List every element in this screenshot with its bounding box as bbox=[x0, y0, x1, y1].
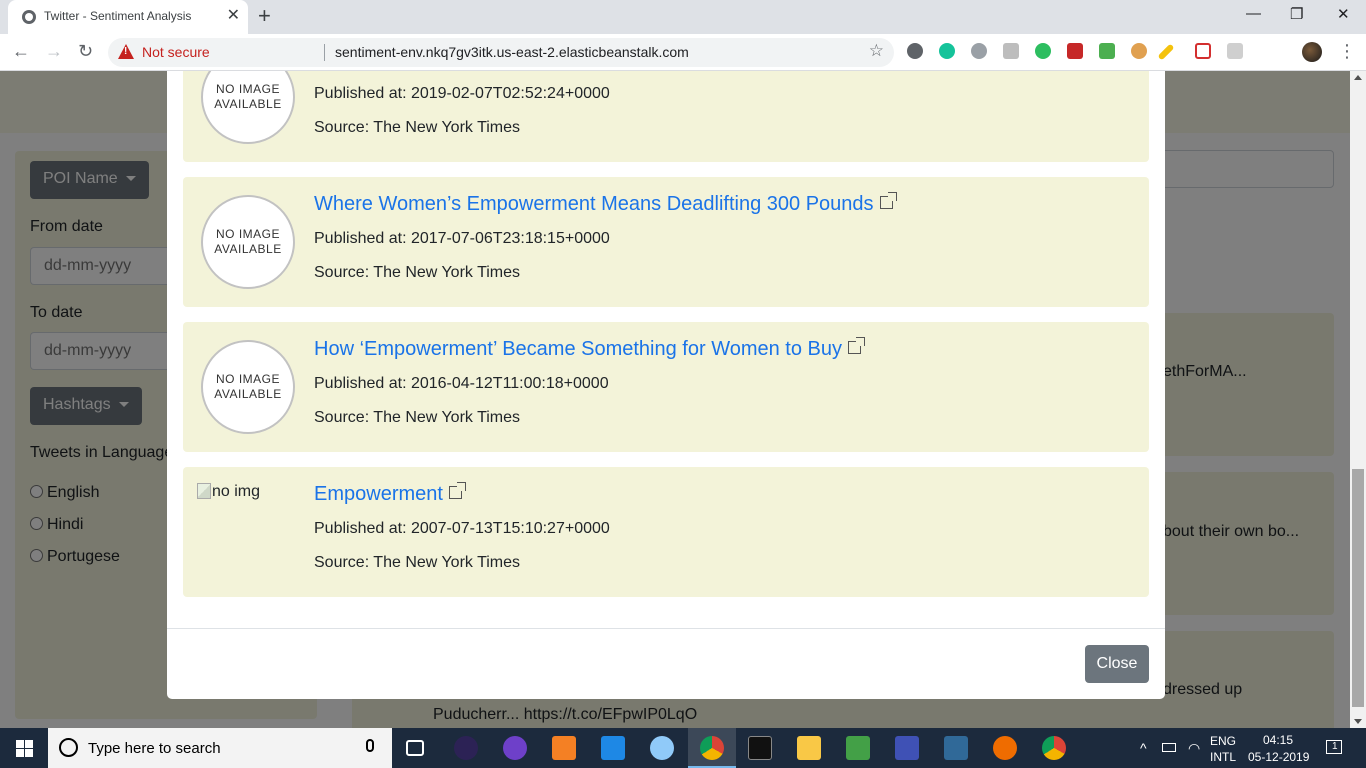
windows-start-icon[interactable] bbox=[16, 740, 33, 757]
terminal-icon[interactable] bbox=[748, 736, 772, 760]
eclipse-icon[interactable] bbox=[454, 736, 478, 760]
python-icon[interactable] bbox=[944, 736, 968, 760]
profile-avatar[interactable] bbox=[1302, 42, 1322, 62]
search-placeholder: Type here to search bbox=[88, 740, 221, 757]
color-picker-icon[interactable] bbox=[1131, 43, 1147, 59]
warning-icon bbox=[118, 44, 134, 59]
maximize-button[interactable]: ❐ bbox=[1290, 5, 1303, 23]
external-link-icon[interactable] bbox=[848, 337, 865, 354]
modal-footer: Close bbox=[167, 628, 1165, 699]
news-card: no img Empowerment Published at: 2007-07… bbox=[183, 467, 1149, 597]
globe-icon bbox=[22, 10, 36, 24]
news-title-link[interactable]: How ‘Empowerment’ Became Something for W… bbox=[314, 337, 865, 361]
task-view-icon[interactable] bbox=[406, 740, 424, 756]
news-modal: NO IMAGE AVAILABLE Published at: 2019-02… bbox=[167, 71, 1165, 699]
app-icon[interactable] bbox=[650, 736, 674, 760]
evernote-icon[interactable] bbox=[1035, 43, 1051, 59]
scrollbar-thumb[interactable] bbox=[1352, 469, 1364, 707]
extension-icon[interactable] bbox=[907, 43, 923, 59]
no-image-text: NO IMAGE AVAILABLE bbox=[214, 227, 282, 256]
news-title-text[interactable]: Where Women’s Empowerment Means Deadlift… bbox=[314, 193, 874, 215]
page-scrollbar[interactable] bbox=[1350, 71, 1366, 728]
window-close-button[interactable]: ✕ bbox=[1337, 5, 1350, 23]
no-image-placeholder: NO IMAGE AVAILABLE bbox=[201, 195, 295, 289]
clock-date[interactable]: 05-12-2019 bbox=[1248, 750, 1309, 764]
tab-strip: Twitter - Sentiment Analysis ✕ + — ❐ ✕ bbox=[0, 0, 1366, 34]
no-image-placeholder: NO IMAGE AVAILABLE bbox=[201, 71, 295, 144]
news-card: NO IMAGE AVAILABLE Where Women’s Empower… bbox=[183, 177, 1149, 307]
microphone-icon[interactable] bbox=[366, 739, 374, 752]
notification-count: 1 bbox=[1332, 741, 1338, 752]
published-date: Published at: 2017-07-06T23:18:15+0000 bbox=[314, 230, 610, 247]
language-line2[interactable]: INTL bbox=[1210, 750, 1236, 764]
clock-time[interactable]: 04:15 bbox=[1263, 733, 1293, 747]
news-title-text[interactable]: How ‘Empowerment’ Became Something for W… bbox=[314, 338, 842, 360]
chrome-icon[interactable] bbox=[1042, 736, 1066, 760]
cors-icon[interactable] bbox=[1099, 43, 1115, 59]
windows-taskbar: Type here to search ^ ◠ ENG INTL 04:15 0… bbox=[0, 728, 1366, 768]
file-explorer-icon[interactable] bbox=[797, 736, 821, 760]
news-card: NO IMAGE AVAILABLE How ‘Empowerment’ Bec… bbox=[183, 322, 1149, 452]
chevron-up-icon[interactable]: ^ bbox=[1140, 740, 1147, 756]
news-source: Source: The New York Times bbox=[314, 264, 521, 281]
back-button[interactable]: ← bbox=[12, 41, 30, 61]
pocket-icon[interactable] bbox=[1195, 43, 1211, 59]
scroll-down-icon[interactable] bbox=[1354, 719, 1362, 724]
tab-close-icon[interactable]: ✕ bbox=[227, 7, 240, 25]
modal-body: NO IMAGE AVAILABLE Published at: 2019-02… bbox=[167, 71, 1165, 629]
battery-icon[interactable] bbox=[1162, 743, 1176, 752]
broken-image-icon bbox=[197, 483, 211, 499]
wifi-icon[interactable]: ◠ bbox=[1188, 740, 1200, 757]
address-bar[interactable]: Not secure sentiment-env.nkq7gv3itk.us-e… bbox=[108, 38, 894, 67]
no-image-placeholder: NO IMAGE AVAILABLE bbox=[201, 340, 295, 434]
forward-button[interactable]: → bbox=[45, 41, 63, 61]
chrome-icon[interactable] bbox=[700, 736, 724, 760]
news-source: Source: The New York Times bbox=[314, 409, 521, 426]
scroll-up-icon[interactable] bbox=[1354, 75, 1362, 80]
news-card: NO IMAGE AVAILABLE Published at: 2019-02… bbox=[183, 71, 1149, 162]
browser-menu-icon[interactable]: ⋮ bbox=[1338, 41, 1356, 61]
skype-icon[interactable] bbox=[971, 43, 987, 59]
bookmark-star-icon[interactable]: ☆ bbox=[869, 41, 884, 61]
sublime-icon[interactable] bbox=[552, 736, 576, 760]
security-label[interactable]: Not secure bbox=[142, 44, 210, 60]
extension-b-icon[interactable] bbox=[1003, 43, 1019, 59]
spreadsheet-icon[interactable] bbox=[846, 736, 870, 760]
cortana-icon bbox=[59, 738, 78, 757]
close-button[interactable]: Close bbox=[1085, 645, 1149, 683]
image-alt-text: no img bbox=[212, 483, 261, 500]
reload-button[interactable]: ↻ bbox=[78, 41, 93, 61]
broken-image: no img bbox=[197, 483, 260, 501]
bookmark-extension-icon[interactable] bbox=[1067, 43, 1083, 59]
no-image-text: NO IMAGE AVAILABLE bbox=[214, 372, 282, 401]
app-icon[interactable] bbox=[601, 736, 625, 760]
no-image-text: NO IMAGE AVAILABLE bbox=[214, 82, 282, 111]
news-source: Source: The New York Times bbox=[314, 554, 521, 571]
new-tab-button[interactable]: + bbox=[258, 4, 271, 28]
postman-icon[interactable] bbox=[993, 736, 1017, 760]
news-title-link[interactable]: Empowerment bbox=[314, 482, 466, 506]
news-title-link[interactable]: Where Women’s Empowerment Means Deadlift… bbox=[314, 192, 897, 216]
url-text[interactable]: sentiment-env.nkq7gv3itk.us-east-2.elast… bbox=[335, 44, 689, 60]
browser-tab[interactable]: Twitter - Sentiment Analysis ✕ bbox=[8, 0, 248, 34]
minimize-button[interactable]: — bbox=[1246, 5, 1261, 22]
tab-title: Twitter - Sentiment Analysis bbox=[44, 9, 192, 23]
github-desktop-icon[interactable] bbox=[503, 736, 527, 760]
network-app-icon[interactable] bbox=[895, 736, 919, 760]
extension-k-icon[interactable] bbox=[1227, 43, 1243, 59]
taskbar-search[interactable]: Type here to search bbox=[48, 728, 392, 768]
pencil-icon[interactable] bbox=[1157, 43, 1175, 61]
grammarly-icon[interactable] bbox=[939, 43, 955, 59]
browser-toolbar: ← → ↻ Not secure sentiment-env.nkq7gv3it… bbox=[0, 34, 1366, 71]
published-date: Published at: 2019-02-07T02:52:24+0000 bbox=[314, 85, 610, 102]
language-line1[interactable]: ENG bbox=[1210, 734, 1236, 748]
published-date: Published at: 2007-07-13T15:10:27+0000 bbox=[314, 520, 610, 537]
published-date: Published at: 2016-04-12T11:00:18+0000 bbox=[314, 375, 609, 392]
divider bbox=[324, 44, 325, 61]
system-tray: ^ ◠ ENG INTL 04:15 05-12-2019 1 bbox=[1140, 728, 1366, 768]
external-link-icon[interactable] bbox=[879, 192, 897, 209]
external-link-icon[interactable] bbox=[448, 482, 466, 499]
news-title-text[interactable]: Empowerment bbox=[314, 483, 443, 505]
news-source: Source: The New York Times bbox=[314, 119, 521, 136]
